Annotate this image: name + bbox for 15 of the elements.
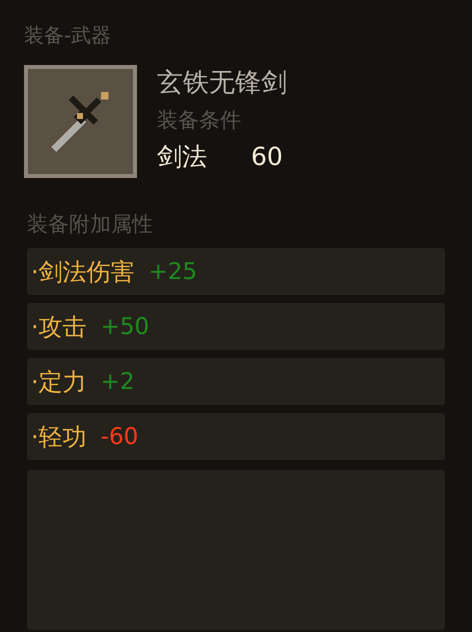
requirement-value: 60 — [251, 141, 283, 173]
sword-icon — [24, 65, 137, 178]
attribute-value: +25 — [148, 258, 198, 284]
requirement-skill: 剑法 — [157, 141, 207, 173]
requirement-label: 装备条件 — [157, 107, 242, 134]
attribute-value: -60 — [100, 424, 138, 450]
attribute-name: ·攻击 — [31, 312, 87, 342]
category-title: 装备-武器 — [24, 22, 112, 48]
attribute-value: +2 — [100, 368, 135, 394]
attribute-name: ·剑法伤害 — [31, 256, 135, 288]
section-header: 装备附加属性 — [27, 211, 153, 238]
attribute-value: +50 — [100, 314, 150, 340]
attribute-name: ·定力 — [31, 366, 87, 398]
attribute-name: ·轻功 — [31, 422, 87, 452]
item-name: 玄铁无锋剑 — [157, 67, 287, 100]
